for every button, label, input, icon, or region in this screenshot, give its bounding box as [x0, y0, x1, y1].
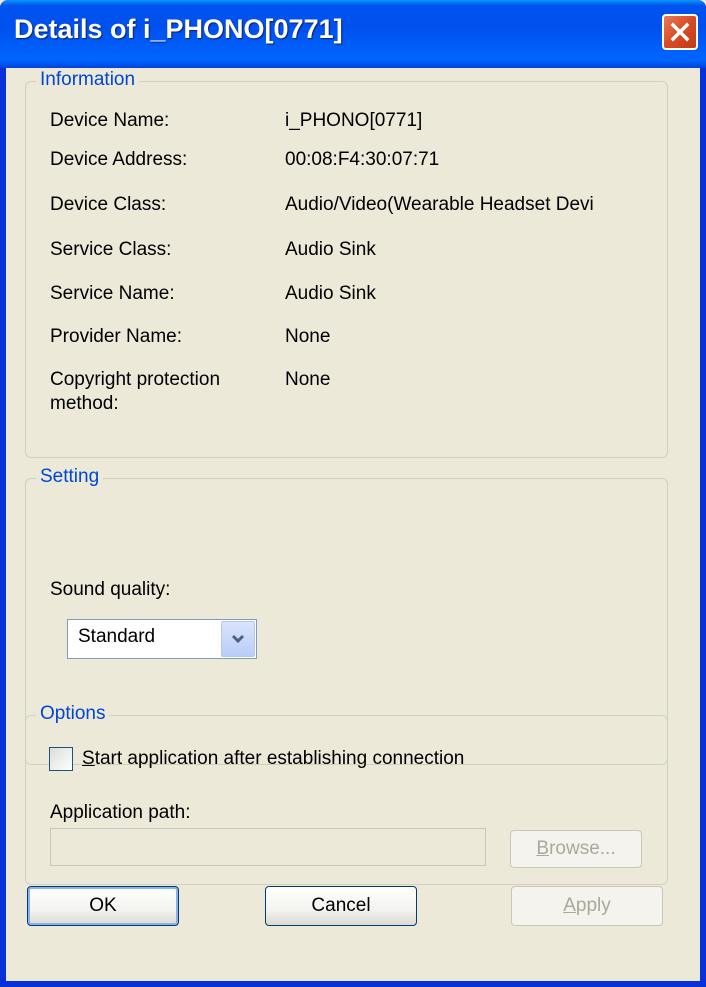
options-group-title: Options	[36, 703, 110, 725]
provider-name-value: None	[285, 326, 331, 347]
dialog-client: Information Device Name: i_PHONO[0771] D…	[6, 68, 700, 981]
service-class-value: Audio Sink	[285, 239, 376, 260]
sound-quality-label: Sound quality:	[50, 579, 171, 600]
dialog-window: Details of i_PHONO[0771] Information Dev…	[0, 0, 706, 987]
setting-group-title: Setting	[36, 466, 104, 488]
service-name-value: Audio Sink	[285, 283, 376, 304]
apply-label-rest: pply	[575, 895, 611, 916]
browse-label-rest: rowse...	[549, 838, 616, 859]
apply-button[interactable]: Apply	[511, 886, 663, 926]
browse-accel: B	[536, 838, 550, 859]
device-address-value: 00:08:F4:30:07:71	[285, 149, 440, 170]
information-group-title: Information	[36, 69, 140, 91]
start-application-label[interactable]: Start application after establishing con…	[82, 747, 464, 771]
apply-accel: A	[563, 895, 576, 916]
information-group: Information	[25, 69, 668, 458]
device-class-value: Audio/Video(Wearable Headset Devi	[285, 194, 594, 215]
application-path-label: Application path:	[50, 802, 191, 823]
window-title: Details of i_PHONO[0771]	[14, 14, 343, 44]
copyright-label-line1: Copyright protection	[50, 369, 221, 390]
device-class-label: Device Class:	[50, 194, 167, 215]
close-icon	[670, 22, 690, 42]
title-bar[interactable]: Details of i_PHONO[0771]	[0, 0, 706, 68]
device-address-label: Device Address:	[50, 149, 188, 170]
sound-quality-value: Standard	[78, 626, 156, 647]
sound-quality-select[interactable]: Standard	[67, 619, 257, 659]
start-application-label-accel: S	[82, 748, 95, 769]
device-name-label: Device Name:	[50, 110, 170, 131]
close-button[interactable]	[662, 14, 698, 50]
sound-quality-dropdown-button[interactable]	[221, 621, 255, 657]
ok-button[interactable]: OK	[27, 886, 179, 926]
cancel-button[interactable]: Cancel	[265, 886, 417, 926]
provider-name-label: Provider Name:	[50, 326, 182, 347]
service-name-label: Service Name:	[50, 283, 175, 304]
application-path-input[interactable]	[50, 828, 486, 866]
start-application-label-rest: tart application after establishing conn…	[94, 748, 465, 769]
start-application-checkbox[interactable]	[49, 747, 73, 771]
device-name-value: i_PHONO[0771]	[285, 110, 423, 131]
browse-button[interactable]: Browse...	[510, 830, 642, 868]
chevron-down-icon	[231, 634, 245, 644]
copyright-value: None	[285, 369, 331, 390]
service-class-label: Service Class:	[50, 239, 172, 260]
copyright-label-line2: method:	[50, 393, 119, 414]
